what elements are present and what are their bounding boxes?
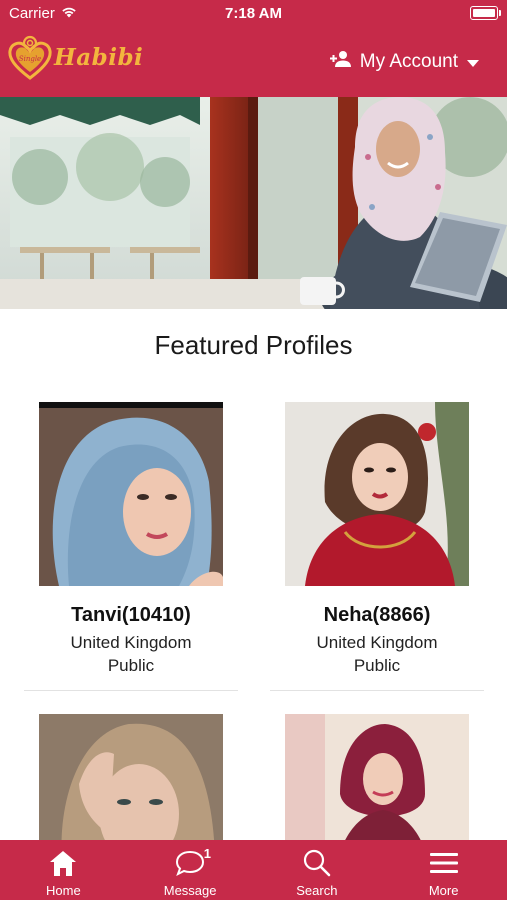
svg-text:Single: Single (19, 55, 41, 63)
battery-icon (470, 6, 501, 20)
profile-country: United Kingdom (70, 633, 192, 652)
menu-icon (429, 848, 459, 878)
app-logo[interactable]: Single Habibi (8, 34, 143, 80)
my-account-menu[interactable]: My Account (329, 50, 479, 74)
chat-bubble-icon (175, 848, 205, 878)
home-icon (48, 848, 78, 878)
add-user-icon (329, 50, 353, 74)
hero-banner (0, 97, 507, 309)
tab-more[interactable]: More (380, 840, 507, 900)
tab-more-label: More (428, 883, 459, 898)
profile-name[interactable]: Tanvi(10410) (24, 604, 238, 627)
heart-logo-icon: Single (8, 34, 52, 80)
card-divider (24, 690, 238, 691)
nav-bar: Single Habibi My Account (0, 28, 507, 97)
app-screen: Carrier 7:18 AM Single Habibi My Account… (0, 0, 507, 900)
tab-message-label: Message (163, 883, 217, 898)
status-bar: Carrier 7:18 AM (0, 0, 507, 28)
tab-home[interactable]: Home (0, 840, 127, 900)
profile-name[interactable]: Neha(8866) (270, 604, 484, 627)
profile-photo[interactable] (285, 402, 469, 586)
tab-search-label: Search (296, 883, 338, 898)
tab-message[interactable]: 1 Message (127, 840, 254, 900)
profile-card[interactable]: Neha(8866) United Kingdom Public (270, 402, 484, 691)
featured-profiles-title: Featured Profiles (154, 330, 353, 360)
status-time: 7:18 AM (225, 5, 282, 22)
profile-visibility: Public (107, 656, 155, 675)
profile-photo[interactable] (39, 402, 223, 586)
logo-wordmark: Habibi (54, 43, 144, 71)
my-account-label: My Account (359, 51, 458, 72)
tab-search[interactable]: Search (254, 840, 381, 900)
search-icon (302, 848, 332, 878)
app-header: Carrier 7:18 AM Single Habibi My Account (0, 0, 507, 97)
profile-card[interactable]: Tanvi(10410) United Kingdom Public (24, 402, 238, 691)
profile-visibility: Public (353, 656, 401, 675)
bottom-tab-bar: Home 1 Message Search More (0, 840, 507, 900)
hero-banner-illustration (0, 97, 507, 309)
caret-down-icon (467, 59, 479, 67)
card-divider (270, 690, 484, 691)
tab-home-label: Home (46, 883, 81, 898)
profile-country: United Kingdom (316, 633, 438, 652)
message-badge: 1 (203, 846, 211, 861)
